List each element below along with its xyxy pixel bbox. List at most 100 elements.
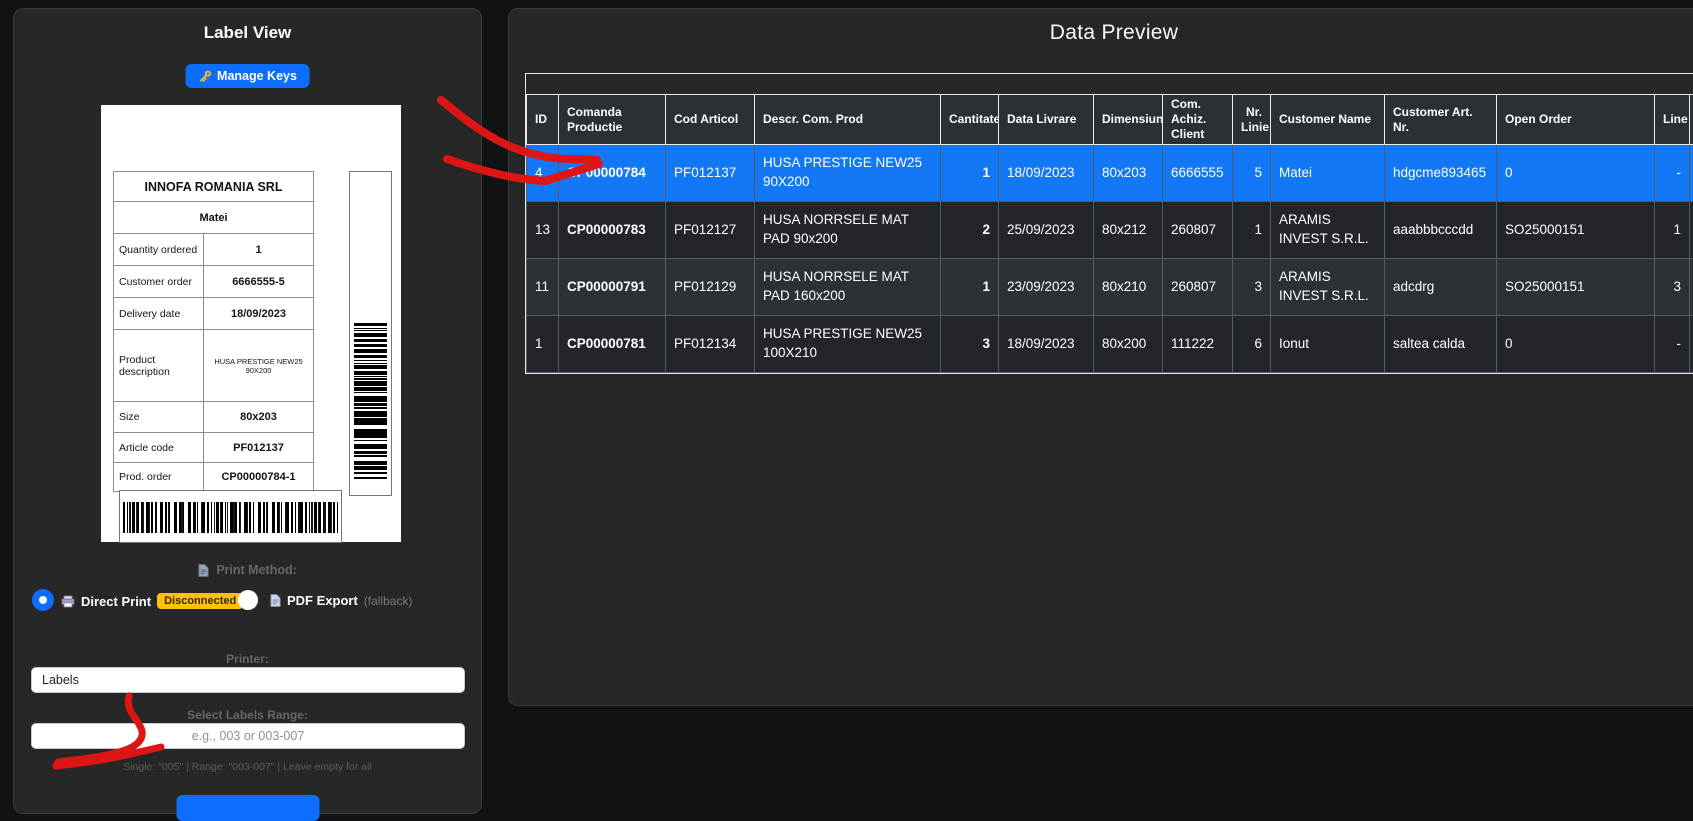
print-method-label: Print Method: — [14, 563, 481, 577]
label-table: INNOFA ROMANIA SRL Matei Quantity ordere… — [113, 171, 314, 492]
column-header[interactable]: Customer Name — [1271, 95, 1385, 145]
horizontal-barcode-bars — [123, 502, 338, 533]
table-cell: 3 — [1655, 259, 1690, 316]
column-header[interactable]: Nr. Linie — [1233, 95, 1271, 145]
pdf-export-option[interactable]: PDF Export (fallback) — [270, 593, 412, 608]
label-field-name: Delivery date — [114, 298, 204, 330]
label-field-name: Product description — [114, 330, 204, 402]
table-cell: 260807 — [1163, 202, 1233, 259]
table-cell: 260807 — [1163, 259, 1233, 316]
label-view-panel: Label View Manage Keys INNOFA ROMANIA SR… — [13, 8, 482, 814]
table-cell: 23/09/2023 — [999, 259, 1094, 316]
pdf-export-radio[interactable] — [238, 590, 258, 610]
label-field-name: Customer order — [114, 266, 204, 298]
table-cell: HUSA PRESTIGE NEW25 90X200 — [755, 145, 941, 202]
table-cell: CP00000781 — [559, 316, 666, 373]
manage-keys-label: Manage Keys — [217, 69, 297, 83]
column-header[interactable]: Cod Articol — [666, 95, 755, 145]
table-cell: 2 — [941, 202, 999, 259]
label-field-row: Delivery date18/09/2023 — [114, 298, 314, 330]
table-cell: 80x200 — [1094, 316, 1163, 373]
table-cell: hdgcme893465 — [1385, 145, 1497, 202]
table-row[interactable]: 11CP00000791PF012129HUSA NORRSELE MAT PA… — [527, 259, 1693, 316]
column-header[interactable]: Open Order — [1497, 95, 1655, 145]
table-cell: 1 — [1655, 202, 1690, 259]
pdf-export-label: PDF Export — [287, 593, 358, 608]
table-cell: 13 — [527, 202, 559, 259]
table-cell: ARAMIS INVEST S.R.L. — [1271, 202, 1385, 259]
column-header[interactable]: Customer Art. Nr. — [1385, 95, 1497, 145]
vertical-barcode — [349, 171, 392, 496]
table-cell: 0 — [1497, 145, 1655, 202]
table-cell: 1 — [527, 316, 559, 373]
direct-print-radio[interactable] — [32, 589, 54, 611]
key-icon — [198, 70, 211, 83]
label-field-row: Quantity ordered1 — [114, 234, 314, 266]
table-cell: Ionut — [1271, 316, 1385, 373]
data-preview-panel: Data Preview IDComanda ProductieCod Arti… — [508, 8, 1693, 706]
table-cell: HUSA NORRSELE MAT PAD 90x200 — [755, 202, 941, 259]
label-field-row: Article codePF012137 — [114, 433, 314, 463]
table-cell: 80x203 — [1094, 145, 1163, 202]
table-cell: 80x210 — [1094, 259, 1163, 316]
column-header[interactable]: Line — [1655, 95, 1690, 145]
data-table-container: IDComanda ProductieCod ArticolDescr. Com… — [525, 73, 1693, 374]
table-header-row: IDComanda ProductieCod ArticolDescr. Com… — [527, 95, 1693, 145]
table-cell: 1 — [1233, 202, 1271, 259]
document-icon — [270, 594, 281, 607]
label-company: INNOFA ROMANIA SRL — [114, 172, 314, 202]
labels-range-input[interactable] — [31, 723, 465, 749]
table-cell: 3 — [941, 316, 999, 373]
column-header[interactable]: Dimensiune — [1094, 95, 1163, 145]
table-cell: 18/09/2023 — [999, 316, 1094, 373]
table-row[interactable]: 4CP00000784PF012137HUSA PRESTIGE NEW25 9… — [527, 145, 1693, 202]
table-cell: HUSA PRESTIGE NEW25 100X210 — [755, 316, 941, 373]
manage-keys-button[interactable]: Manage Keys — [185, 64, 310, 88]
label-field-value: HUSA PRESTIGE NEW25 90X200 — [204, 330, 314, 402]
table-row[interactable]: 13CP00000783PF012127HUSA NORRSELE MAT PA… — [527, 202, 1693, 259]
label-field-row: Product descriptionHUSA PRESTIGE NEW25 9… — [114, 330, 314, 402]
table-cell-clipped — [1690, 202, 1693, 259]
label-field-value: 80x203 — [204, 402, 314, 433]
print-labels-button[interactable] — [176, 795, 319, 821]
table-cell: CP00000784 — [559, 145, 666, 202]
document-icon — [198, 564, 209, 577]
label-field-row: Customer order6666555-5 — [114, 266, 314, 298]
table-cell: 1 — [941, 145, 999, 202]
direct-print-label: Direct Print — [81, 594, 151, 609]
data-table: IDComanda ProductieCod ArticolDescr. Com… — [526, 94, 1693, 373]
app-root: { "left_panel": { "title": "Label View",… — [0, 0, 1693, 800]
table-cell: CP00000783 — [559, 202, 666, 259]
table-cell: PF012129 — [666, 259, 755, 316]
table-cell: 5 — [1233, 145, 1271, 202]
column-header[interactable]: Com. Achiz. Client — [1163, 95, 1233, 145]
direct-print-option[interactable]: Direct Print Disconnected — [61, 593, 243, 609]
table-cell: ARAMIS INVEST S.R.L. — [1271, 259, 1385, 316]
label-view-title: Label View — [14, 23, 481, 43]
table-cell: 4 — [527, 145, 559, 202]
column-header[interactable]: Comanda Productie — [559, 95, 666, 145]
table-cell: SO25000151 — [1497, 202, 1655, 259]
column-header[interactable]: Data Livrare — [999, 95, 1094, 145]
printer-icon — [61, 595, 75, 608]
horizontal-barcode — [119, 490, 342, 543]
column-header[interactable]: ID — [527, 95, 559, 145]
table-cell-clipped — [1690, 316, 1693, 373]
print-method-label-text: Print Method: — [216, 563, 297, 577]
label-customer: Matei — [114, 202, 314, 234]
table-cell: 6 — [1233, 316, 1271, 373]
label-field-value: CP00000784-1 — [204, 463, 314, 492]
column-header[interactable]: Descr. Com. Prod — [755, 95, 941, 145]
table-cell: PF012127 — [666, 202, 755, 259]
table-cell: PF012137 — [666, 145, 755, 202]
label-field-value: 18/09/2023 — [204, 298, 314, 330]
pdf-export-fallback-note: (fallback) — [364, 594, 413, 608]
table-cell: adcdrg — [1385, 259, 1497, 316]
printer-label: Printer: — [14, 652, 481, 666]
table-cell: SO25000151 — [1497, 259, 1655, 316]
column-header[interactable]: Cantitate — [941, 95, 999, 145]
printer-input[interactable] — [31, 667, 465, 693]
label-field-name: Size — [114, 402, 204, 433]
table-row[interactable]: 1CP00000781PF012134HUSA PRESTIGE NEW25 1… — [527, 316, 1693, 373]
table-cell: 111222 — [1163, 316, 1233, 373]
